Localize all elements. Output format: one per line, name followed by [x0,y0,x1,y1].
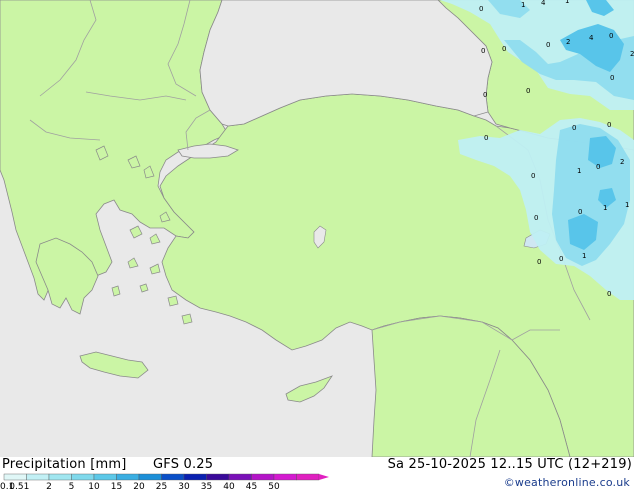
legend-labels: 0.10.5 1 2 5 10 15 20 25 30 35 40 45 50 [0,482,280,490]
precip-value: 1 [582,252,586,260]
legend-swatch [93,473,117,481]
precip-value: 0 [609,32,613,40]
precip-value: 1 [565,0,569,5]
legend-swatches [3,473,329,481]
precip-value: 1 [603,204,607,212]
precip-value: 0 [484,134,488,142]
precip-value: 0 [502,45,506,53]
precipitation-color-legend: 0.10.5 1 2 5 10 15 20 25 30 35 40 45 50 [0,473,329,490]
precip-value: 2 [566,38,570,46]
legend-swatch [26,473,50,481]
legend-tick-label: 5 [69,482,75,490]
legend-tick-label: 1 [24,482,30,490]
legend-swatch [138,473,162,481]
legend-swatch [228,473,252,481]
precip-value: 2 [630,50,634,58]
legend-tick-label: 45 [246,482,257,490]
precip-value: 0 [537,258,541,266]
legend-swatch [3,473,27,481]
legend-tick-label: 40 [223,482,235,490]
legend-tick-label: 0.5 [9,482,23,490]
legend-swatch [273,473,297,481]
legend-swatch [183,473,207,481]
legend-tick-label: 50 [268,482,280,490]
precip-value: 0 [481,47,485,55]
precip-value: 0 [607,121,611,129]
precip-value: 0 [534,214,538,222]
precip-value: 0 [531,172,535,180]
precip-value: 4 [589,34,594,42]
legend-tick-label: 15 [111,482,122,490]
precip-value: 0 [610,74,614,82]
precip-value: 0 [578,208,582,216]
legend-swatch [296,473,320,481]
legend-arrow [319,474,329,480]
legend-swatch [161,473,185,481]
precip-value: 0 [607,290,611,298]
legend-swatch [116,473,140,481]
map-title: Precipitation [mm] [2,457,127,472]
legend-tick-label: 30 [178,482,190,490]
model-name: GFS 0.25 [153,457,214,472]
legend-tick-label: 35 [201,482,212,490]
legend-tick-label: 25 [156,482,167,490]
legend-swatch [206,473,230,481]
precipitation-map: 0 1 4 1 0 2 4 0 0 0 0 0 2 0 0 0 0 1 0 2 … [0,0,634,457]
precip-value: 0 [526,87,530,95]
legend-tick-label: 10 [88,482,100,490]
legend-tick-label: 2 [46,482,52,490]
precip-value: 0 [572,124,576,132]
legend-swatch [71,473,95,481]
credit-link[interactable]: ©weatheronline.co.uk [504,476,630,489]
precip-value: 4 [541,0,546,7]
precip-value: 0 [483,91,487,99]
precip-value: 1 [625,201,629,209]
precip-value: 0 [546,41,550,49]
legend-tick-label: 20 [133,482,145,490]
precip-value: 2 [620,158,624,166]
legend-swatch [48,473,72,481]
legend-swatch [251,473,275,481]
precip-value: 1 [577,167,581,175]
precip-value: 1 [521,1,525,9]
precip-value: 0 [596,163,600,171]
valid-datetime: Sa 25-10-2025 12..15 UTC (12+219) [387,457,632,472]
precip-value: 0 [559,255,563,263]
precip-value: 0 [479,5,483,13]
